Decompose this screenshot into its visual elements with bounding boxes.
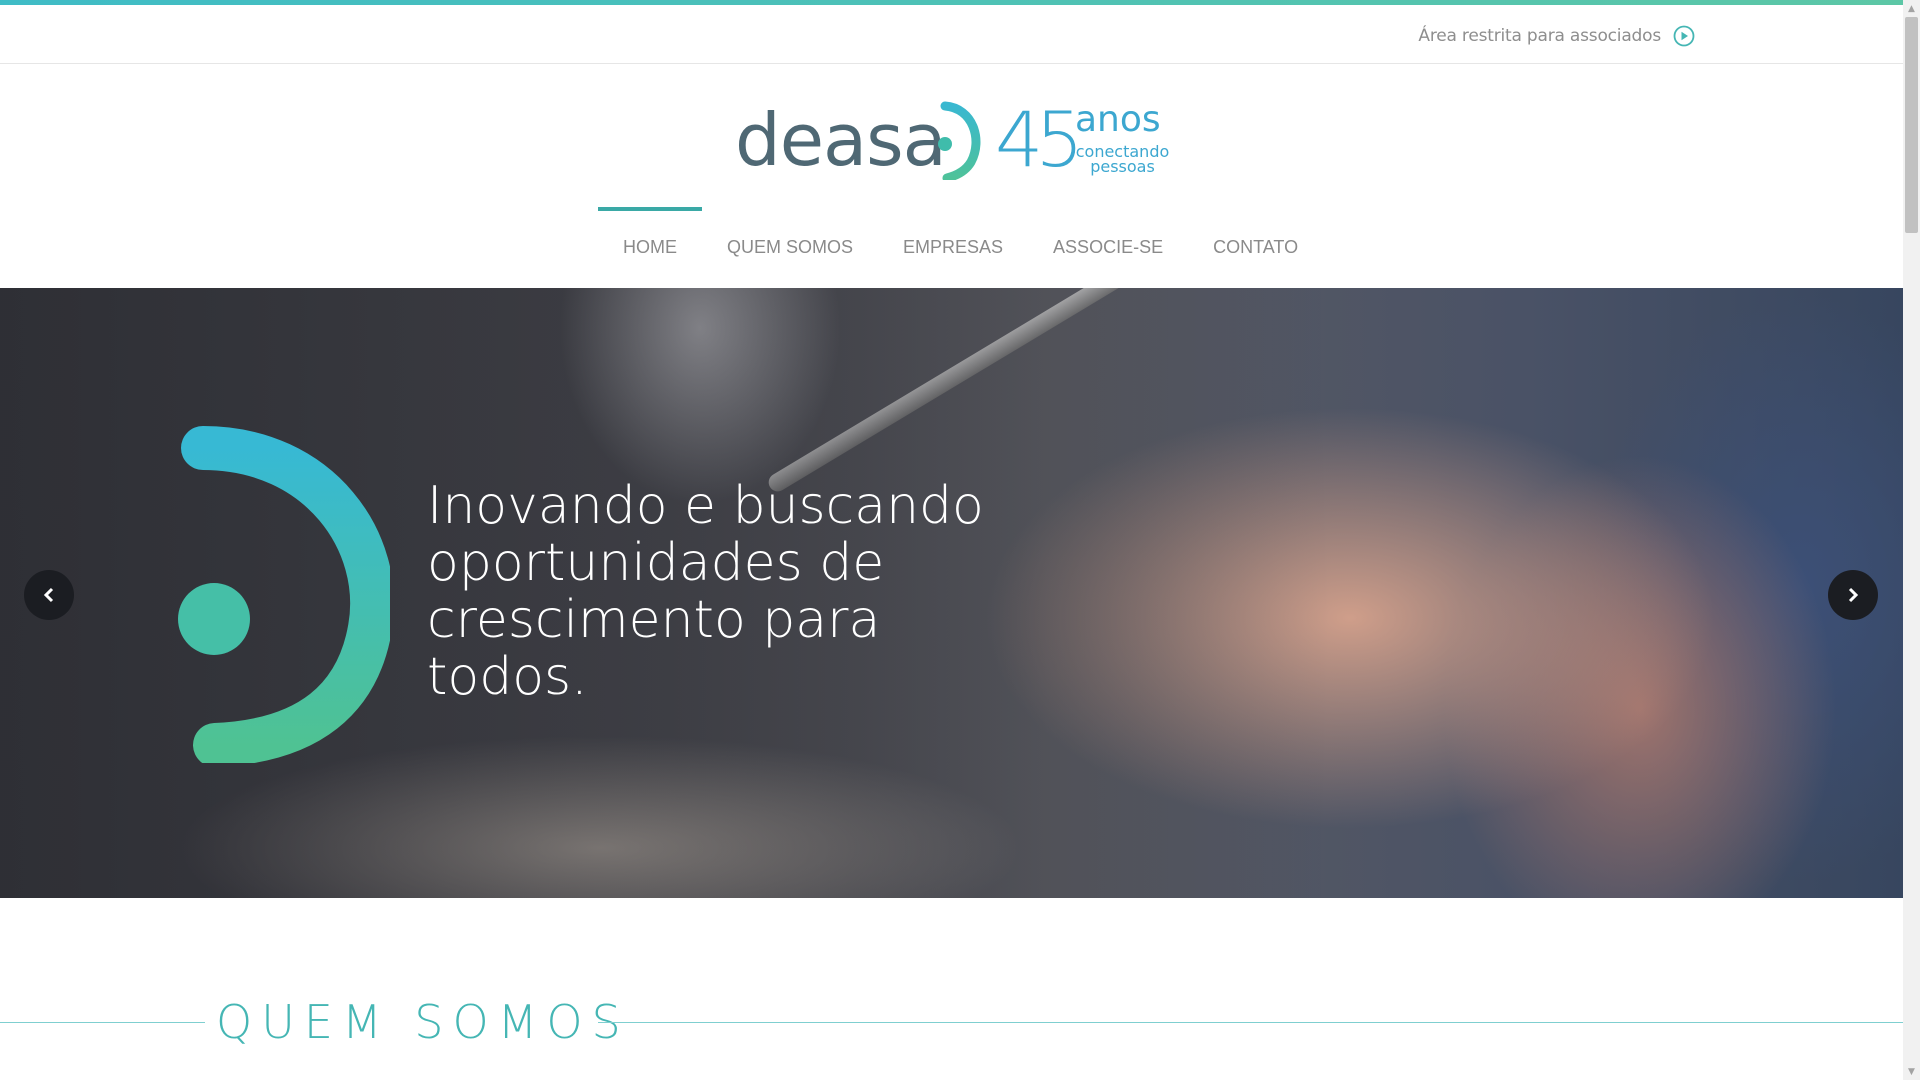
logo-anos: anos: [1075, 99, 1161, 140]
scroll-down-arrow-icon[interactable]: ▼: [1903, 1063, 1920, 1080]
restricted-area-label: Área restrita para associados: [1418, 26, 1661, 46]
logo-wordmark: deasa: [735, 98, 947, 182]
quem-somos-section-header: QUEM SOMOS: [0, 990, 1903, 1050]
nav-item-quem-somos[interactable]: QUEM SOMOS: [702, 207, 878, 257]
slider-prev-button[interactable]: [24, 570, 74, 620]
scroll-thumb[interactable]: [1905, 17, 1918, 233]
nav-item-home[interactable]: HOME: [598, 207, 702, 257]
restricted-area-link[interactable]: Área restrita para associados: [1418, 25, 1695, 47]
hero-slider: Inovando e buscando oportunidades de cre…: [0, 288, 1903, 898]
hero-logo-mark-icon: [178, 426, 390, 763]
scroll-up-arrow-icon[interactable]: ▲: [1903, 0, 1920, 17]
section-divider-right: [598, 1022, 1903, 1023]
logo-tagline: conectando pessoas: [1075, 144, 1170, 176]
chevron-right-icon: [1848, 587, 1859, 603]
page: Área restrita para associados deasa 45 a…: [0, 0, 1903, 1080]
hero-headline: Inovando e buscando oportunidades de cre…: [427, 476, 984, 707]
main-nav: HOME QUEM SOMOS EMPRESAS ASSOCIE-SE CONT…: [598, 207, 1323, 257]
logo-number-45: 45: [995, 95, 1084, 184]
play-circle-icon: [1673, 25, 1695, 47]
logo-tagline-line-2: pessoas: [1090, 157, 1155, 176]
section-title: QUEM SOMOS: [216, 995, 630, 1049]
nav-item-empresas[interactable]: EMPRESAS: [878, 207, 1028, 257]
logo-mark-icon: [938, 101, 981, 180]
chevron-left-icon: [43, 587, 54, 603]
section-divider-left: [0, 1022, 205, 1023]
nav-item-associe-se[interactable]: ASSOCIE-SE: [1028, 207, 1188, 257]
top-bar: Área restrita para associados: [0, 5, 1903, 64]
vertical-scrollbar[interactable]: ▲ ▼: [1903, 0, 1920, 1080]
deasa-logo[interactable]: deasa 45 anos conectando pessoas: [735, 95, 1169, 184]
nav-item-contato[interactable]: CONTATO: [1188, 207, 1323, 257]
slider-next-button[interactable]: [1828, 570, 1878, 620]
